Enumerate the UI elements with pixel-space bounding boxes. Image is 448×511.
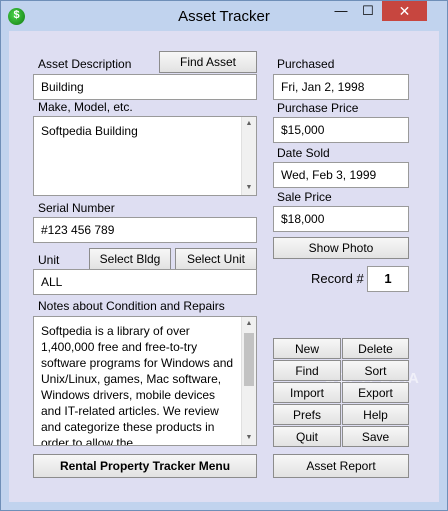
delete-button[interactable]: Delete	[342, 338, 409, 359]
unit-label: Unit	[38, 253, 60, 267]
purchased-label: Purchased	[277, 57, 335, 71]
sale-price-label: Sale Price	[277, 190, 332, 204]
record-number-field[interactable]: 1	[367, 266, 409, 292]
find-asset-button[interactable]: Find Asset	[159, 51, 257, 73]
make-model-field[interactable]: Softpedia Building ▲ ▼	[33, 116, 257, 196]
notes-field[interactable]: Softpedia is a library of over 1,400,000…	[33, 316, 257, 446]
save-button[interactable]: Save	[342, 426, 409, 447]
sort-button[interactable]: Sort	[342, 360, 409, 381]
import-button[interactable]: Import	[273, 382, 341, 403]
close-button[interactable]: ✕	[382, 1, 427, 21]
record-number-label: Record #	[311, 271, 364, 286]
export-button[interactable]: Export	[342, 382, 409, 403]
purchase-price-field[interactable]: $15,000	[273, 117, 409, 143]
unit-field[interactable]: ALL	[33, 269, 257, 295]
form-area: Asset Description Find Asset Building Ma…	[9, 31, 439, 502]
asset-report-button[interactable]: Asset Report	[273, 454, 409, 478]
sale-price-field[interactable]: $18,000	[273, 206, 409, 232]
asset-tracker-window: $ Asset Tracker — ☐ ✕ Asset Description …	[0, 0, 448, 511]
purchased-field[interactable]: Fri, Jan 2, 1998	[273, 74, 409, 100]
serial-number-label: Serial Number	[38, 201, 115, 215]
make-model-text: Softpedia Building	[41, 124, 138, 138]
rental-property-tracker-menu-button[interactable]: Rental Property Tracker Menu	[33, 454, 257, 478]
asset-description-field[interactable]: Building	[33, 74, 257, 100]
show-photo-button[interactable]: Show Photo	[273, 237, 409, 259]
help-button[interactable]: Help	[342, 404, 409, 425]
quit-button[interactable]: Quit	[273, 426, 341, 447]
maximize-button[interactable]: ☐	[355, 1, 381, 21]
scroll-down-icon[interactable]: ▼	[242, 431, 256, 445]
scroll-thumb[interactable]	[244, 333, 254, 386]
notes-scrollbar[interactable]: ▲ ▼	[241, 317, 256, 445]
scroll-up-icon[interactable]: ▲	[242, 317, 256, 331]
prefs-button[interactable]: Prefs	[273, 404, 341, 425]
select-unit-button[interactable]: Select Unit	[175, 248, 257, 270]
date-sold-field[interactable]: Wed, Feb 3, 1999	[273, 162, 409, 188]
make-model-label: Make, Model, etc.	[38, 100, 133, 114]
purchase-price-label: Purchase Price	[277, 101, 359, 115]
asset-description-label: Asset Description	[38, 57, 132, 71]
notes-label: Notes about Condition and Repairs	[38, 299, 225, 313]
new-button[interactable]: New	[273, 338, 341, 359]
date-sold-label: Date Sold	[277, 146, 330, 160]
notes-text: Softpedia is a library of over 1,400,000…	[41, 324, 234, 446]
scroll-down-icon[interactable]: ▼	[242, 181, 256, 195]
make-model-scrollbar[interactable]: ▲ ▼	[241, 117, 256, 195]
title-bar[interactable]: $ Asset Tracker — ☐ ✕	[1, 1, 447, 31]
find-button[interactable]: Find	[273, 360, 341, 381]
scroll-up-icon[interactable]: ▲	[242, 117, 256, 131]
select-bldg-button[interactable]: Select Bldg	[89, 248, 171, 270]
minimize-button[interactable]: —	[328, 1, 354, 21]
serial-number-field[interactable]: #123 456 789	[33, 217, 257, 243]
